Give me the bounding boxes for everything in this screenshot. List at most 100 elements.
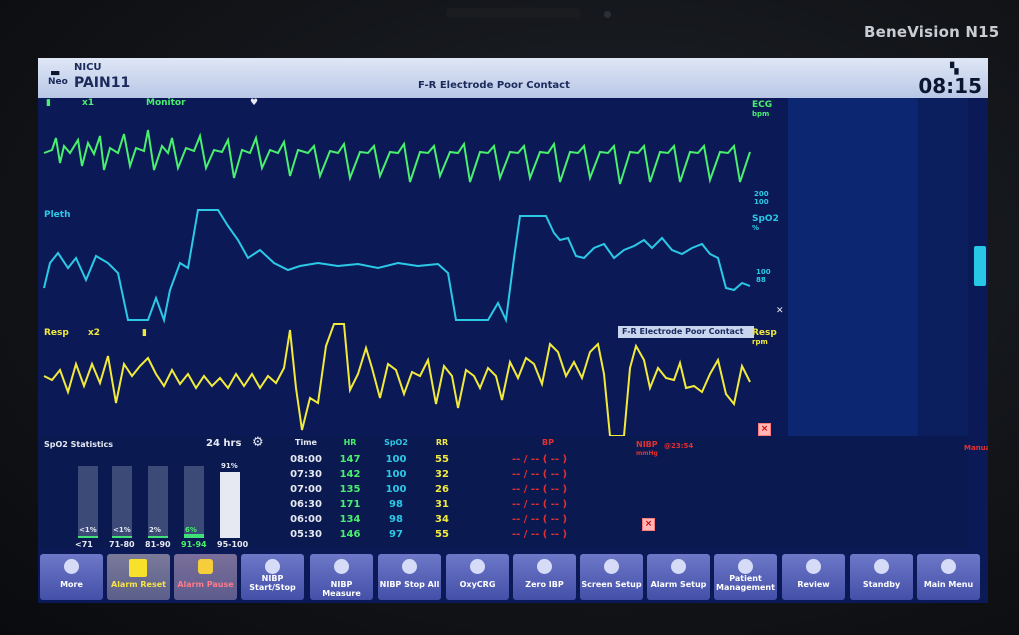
trend-cell-spo2: 100 xyxy=(385,469,407,480)
trend-cell-hr: 171 xyxy=(339,499,361,510)
stat-bar-range: 81-90 xyxy=(145,540,171,549)
trend-cell-time: 07:30 xyxy=(290,469,322,480)
standby-icon xyxy=(874,559,889,574)
nibp-icon xyxy=(265,559,280,574)
col-header-time: Time xyxy=(295,438,317,447)
clock: 08:15 xyxy=(918,74,982,98)
button-label: Zero IBP xyxy=(525,580,564,589)
standby-button[interactable]: Standby xyxy=(850,554,913,600)
screen-icon xyxy=(604,559,619,574)
trend-cell-time: 07:00 xyxy=(290,484,322,495)
button-label: Alarm Pause xyxy=(177,580,234,589)
trend-cell-spo2: 100 xyxy=(385,454,407,465)
trend-cell-rr: 26 xyxy=(435,484,449,495)
button-label: Standby xyxy=(862,580,901,589)
oxycrg-button[interactable]: OxyCRG xyxy=(446,554,509,600)
trend-cell-hr: 146 xyxy=(339,529,361,540)
trend-cell-rr: 31 xyxy=(435,499,449,510)
stat-bar-fill xyxy=(78,536,98,538)
review-button[interactable]: Review xyxy=(782,554,845,600)
trend-cell-spo2: 98 xyxy=(389,499,403,510)
nibp-alarm-off-icon[interactable]: × xyxy=(642,518,655,531)
trend-cell-hr: 135 xyxy=(339,484,361,495)
nibp-unit: mmHg xyxy=(636,450,658,457)
nibp-start-stop-button[interactable]: NIBP Start/Stop xyxy=(241,554,304,600)
button-label: Alarm Setup xyxy=(650,580,707,589)
review-icon xyxy=(806,559,821,574)
trend-cell-spo2: 100 xyxy=(385,484,407,495)
button-label: NIBP Start/Stop xyxy=(249,574,296,592)
scroll-handle[interactable] xyxy=(974,246,986,286)
monitor-bezel: BeneVision N15 ▬ Neo NICU PAIN11 F-R Ele… xyxy=(0,0,1019,635)
trend-cell-hr: 134 xyxy=(339,514,361,525)
trend-cell-time: 05:30 xyxy=(290,529,322,540)
button-label: Screen Setup xyxy=(581,580,642,589)
alarm-reset-button[interactable]: Alarm Reset xyxy=(107,554,170,600)
alarm-reset-icon xyxy=(129,559,147,577)
spo2-stats-title[interactable]: SpO2 Statistics xyxy=(44,440,113,449)
oxycrg-icon xyxy=(470,559,485,574)
more-button[interactable]: More xyxy=(40,554,103,600)
alarm-pause-button[interactable]: Alarm Pause xyxy=(174,554,237,600)
trend-cell-bp: -- / -- ( -- ) xyxy=(512,454,568,465)
button-label: NIBP Stop All xyxy=(379,580,440,589)
camera-bar xyxy=(446,8,581,18)
button-label: Review xyxy=(797,580,830,589)
trend-cell-bp: -- / -- ( -- ) xyxy=(512,484,568,495)
patient-icon xyxy=(738,559,753,574)
alarm-off-icon[interactable]: × xyxy=(758,423,771,436)
button-label: Patient Management xyxy=(716,574,775,592)
button-label: More xyxy=(60,580,83,589)
resp-waveform xyxy=(43,323,751,436)
nibp-measure-button[interactable]: NIBP Measure xyxy=(310,554,373,600)
stat-bar-pct: 2% xyxy=(149,526,161,534)
trend-cell-bp: -- / -- ( -- ) xyxy=(512,499,568,510)
trend-cell-rr: 55 xyxy=(435,454,449,465)
col-header-bp: BP xyxy=(542,438,554,447)
more-icon xyxy=(64,559,79,574)
brand-label: BeneVision N15 xyxy=(864,23,1000,41)
gear-icon[interactable]: ⚙ xyxy=(252,435,264,450)
button-label: OxyCRG xyxy=(459,580,496,589)
button-label: Main Menu xyxy=(923,580,974,589)
stat-bar-range: 91-94 xyxy=(181,540,207,549)
stat-bar-pct: 6% xyxy=(185,526,197,534)
stats-panel xyxy=(38,436,968,548)
trend-cell-bp: -- / -- ( -- ) xyxy=(512,514,568,525)
main-menu-button[interactable]: Main Menu xyxy=(917,554,980,600)
alarm-setup-button[interactable]: Alarm Setup xyxy=(647,554,710,600)
col-header-spo2: SpO2 xyxy=(384,438,408,447)
zero-ibp-button[interactable]: Zero IBP xyxy=(513,554,576,600)
trend-cell-hr: 142 xyxy=(339,469,361,480)
trend-cell-bp: -- / -- ( -- ) xyxy=(512,469,568,480)
button-label: Alarm Reset xyxy=(111,580,166,589)
trend-cell-hr: 147 xyxy=(339,454,361,465)
trend-cell-bp: -- / -- ( -- ) xyxy=(512,529,568,540)
nibp-mode[interactable]: Manual xyxy=(964,444,988,452)
stat-bar-fill xyxy=(148,536,168,538)
stat-bar-range: <71 xyxy=(75,540,93,549)
stat-bar-fill xyxy=(112,536,132,538)
trend-cell-time: 06:00 xyxy=(290,514,322,525)
monitor-screen: ▬ Neo NICU PAIN11 F-R Electrode Poor Con… xyxy=(38,58,988,603)
trend-cell-rr: 32 xyxy=(435,469,449,480)
stat-bar-fill xyxy=(184,533,204,538)
parameter-panel-shade xyxy=(918,98,968,464)
patient-management-button[interactable]: Patient Management xyxy=(714,554,777,600)
trend-cell-time: 06:30 xyxy=(290,499,322,510)
screen-setup-button[interactable]: Screen Setup xyxy=(580,554,643,600)
main-menu-icon xyxy=(941,559,956,574)
nibp-stop-all-button[interactable]: NIBP Stop All xyxy=(378,554,441,600)
alarm-setup-icon xyxy=(671,559,686,574)
stat-bar-95-100 xyxy=(220,472,240,538)
nibp-label[interactable]: NIBP xyxy=(636,440,658,449)
trend-cell-time: 08:00 xyxy=(290,454,322,465)
col-header-rr: RR xyxy=(435,438,449,447)
stat-bar-range: 71-80 xyxy=(109,540,135,549)
stats-period[interactable]: 24 hrs xyxy=(206,438,241,449)
trend-cell-spo2: 97 xyxy=(389,529,403,540)
button-row: More Alarm Reset Alarm Pause NIBP Start/Sto… xyxy=(38,552,988,603)
waveforms xyxy=(43,129,751,436)
col-header-hr: HR xyxy=(343,438,357,447)
pleth-waveform xyxy=(43,209,751,324)
